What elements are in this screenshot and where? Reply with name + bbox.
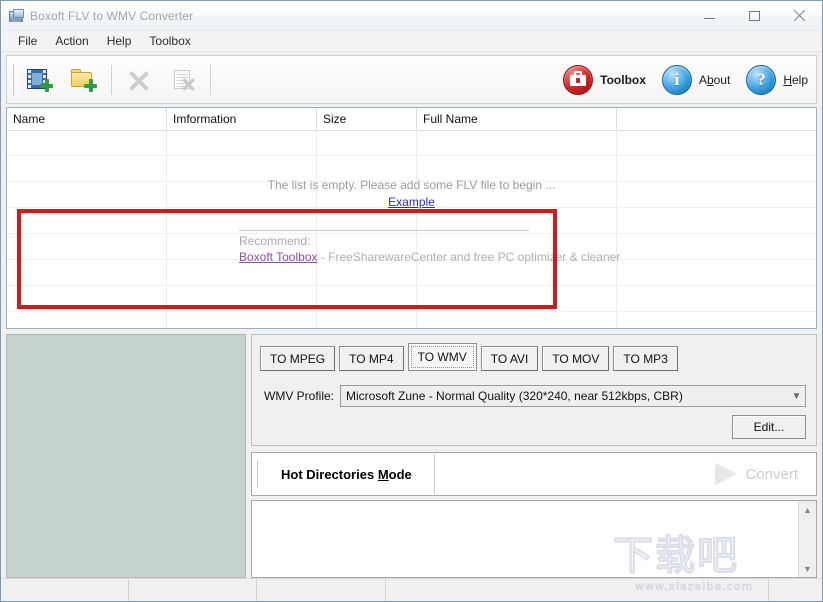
scroll-up-button[interactable]: ▲ — [799, 501, 816, 518]
x-icon — [128, 70, 150, 90]
menu-item-file[interactable]: File — [9, 32, 46, 50]
profile-row: WMV Profile: Microsoft Zune - Normal Qua… — [252, 371, 816, 407]
convert-button[interactable]: Convert — [715, 463, 798, 485]
edit-row: Edit... — [252, 407, 816, 439]
recommend-text: - FreeSharewareCenter and free PC optimi… — [317, 250, 621, 264]
add-folder-button[interactable] — [62, 60, 106, 100]
app-icon-base — [11, 19, 20, 22]
boxoft-toolbox-link[interactable]: Boxoft Toolbox — [239, 250, 318, 264]
toolbar-actions: Toolbox i About ? Help — [547, 56, 808, 103]
recommend-block: Recommend: Boxoft Toolbox - FreeSharewar… — [239, 230, 620, 264]
film-plus-icon — [27, 68, 53, 92]
recommend-row: Boxoft Toolbox - FreeSharewareCenter and… — [239, 250, 620, 264]
clear-list-button[interactable] — [161, 60, 205, 100]
status-cell-4 — [386, 579, 769, 601]
status-cell-5 — [769, 579, 822, 601]
tab-to-mov[interactable]: TO MOV — [542, 346, 610, 371]
main-toolbar: Toolbox i About ? Help — [6, 55, 817, 104]
file-list-header: Name Imformation Size Full Name — [7, 108, 816, 131]
column-header-information[interactable]: Imformation — [167, 108, 317, 130]
recommend-label: Recommend: — [239, 234, 311, 248]
lower-area: TO MPEG TO MP4 TO WMV TO AVI TO MOV TO M… — [6, 334, 817, 578]
minimize-icon — [704, 18, 715, 19]
video-preview-panel[interactable] — [6, 334, 246, 578]
toolbar-separator — [111, 64, 112, 95]
play-triangle-icon — [715, 463, 738, 485]
tab-to-wmv[interactable]: TO WMV — [407, 343, 477, 371]
table-row[interactable] — [7, 312, 816, 328]
file-list[interactable]: Name Imformation Size Full Name The list… — [6, 107, 817, 329]
window-controls — [687, 1, 822, 30]
profile-label: WMV Profile: — [264, 389, 335, 403]
menu-item-help[interactable]: Help — [98, 32, 141, 50]
action-bar-separator — [433, 454, 435, 494]
column-header-name[interactable]: Name — [7, 108, 167, 130]
status-cell-3 — [257, 579, 386, 601]
hot-directories-mode-button[interactable]: Hot Directories Mode — [263, 467, 434, 482]
menu-item-toolbox[interactable]: Toolbox — [140, 32, 199, 50]
file-list-body[interactable]: The list is empty. Please add some FLV f… — [7, 130, 816, 328]
tab-to-avi[interactable]: TO AVI — [480, 346, 539, 371]
recommend-divider — [239, 230, 529, 231]
menu-bar: File Action Help Toolbox — [1, 31, 822, 52]
example-link[interactable]: Example — [388, 195, 435, 209]
tab-to-mpeg[interactable]: TO MPEG — [260, 346, 336, 371]
window-title: Boxoft FLV to WMV Converter — [30, 8, 194, 23]
toolbox-button[interactable]: Toolbox — [563, 64, 646, 95]
scroll-down-button[interactable]: ▼ — [799, 560, 816, 577]
column-header-size[interactable]: Size — [317, 108, 417, 130]
question-icon: ? — [746, 64, 777, 95]
log-scrollbar[interactable]: ▲ ▼ — [798, 501, 816, 577]
conversion-log-panel[interactable]: ▲ ▼ — [251, 500, 817, 578]
help-button-label: Help — [783, 72, 808, 87]
convert-button-label: Convert — [745, 465, 798, 483]
toolbar-separator — [210, 64, 211, 95]
minimize-button[interactable] — [687, 2, 732, 30]
status-cell-1 — [1, 579, 129, 601]
column-header-filler — [617, 108, 816, 130]
format-tabs: TO MPEG TO MP4 TO WMV TO AVI TO MOV TO M… — [252, 335, 816, 371]
tab-to-mp4[interactable]: TO MP4 — [339, 346, 404, 371]
remove-item-button[interactable] — [117, 60, 161, 100]
help-button[interactable]: ? Help — [746, 64, 808, 95]
info-icon: i — [661, 64, 692, 95]
folder-plus-icon — [71, 68, 97, 92]
chevron-down-icon: ▼ — [791, 390, 802, 402]
right-column: TO MPEG TO MP4 TO WMV TO AVI TO MOV TO M… — [251, 334, 817, 578]
status-cell-2 — [129, 579, 257, 601]
log-text-area[interactable] — [252, 501, 798, 577]
toolbox-button-label: Toolbox — [600, 72, 646, 87]
list-clear-icon — [172, 69, 194, 91]
edit-profile-button[interactable]: Edit... — [732, 415, 806, 439]
app-icon-monitor-front — [13, 8, 24, 18]
about-button-label: About — [698, 72, 731, 87]
profile-select-value: Microsoft Zune - Normal Quality (320*240… — [346, 389, 683, 403]
title-bar: Boxoft FLV to WMV Converter — [1, 1, 822, 31]
briefcase-icon — [563, 64, 594, 95]
tab-to-mp3[interactable]: TO MP3 — [613, 346, 678, 371]
add-file-button[interactable] — [18, 60, 62, 100]
close-icon — [793, 9, 806, 22]
profile-select[interactable]: Microsoft Zune - Normal Quality (320*240… — [340, 385, 806, 407]
maximize-icon — [749, 10, 760, 21]
app-icon — [8, 8, 24, 24]
table-row[interactable] — [7, 286, 816, 312]
output-settings-panel: TO MPEG TO MP4 TO WMV TO AVI TO MOV TO M… — [251, 334, 817, 446]
table-row[interactable] — [7, 156, 816, 182]
close-button[interactable] — [777, 2, 822, 30]
table-row[interactable] — [7, 130, 816, 156]
maximize-button[interactable] — [732, 2, 777, 30]
column-header-full-name[interactable]: Full Name — [417, 108, 617, 130]
application-window: Boxoft FLV to WMV Converter File Action … — [0, 0, 823, 602]
menu-item-action[interactable]: Action — [46, 32, 97, 50]
status-bar — [1, 578, 822, 601]
about-button[interactable]: i About — [661, 64, 731, 95]
action-bar: Hot Directories Mode Convert — [251, 452, 817, 496]
